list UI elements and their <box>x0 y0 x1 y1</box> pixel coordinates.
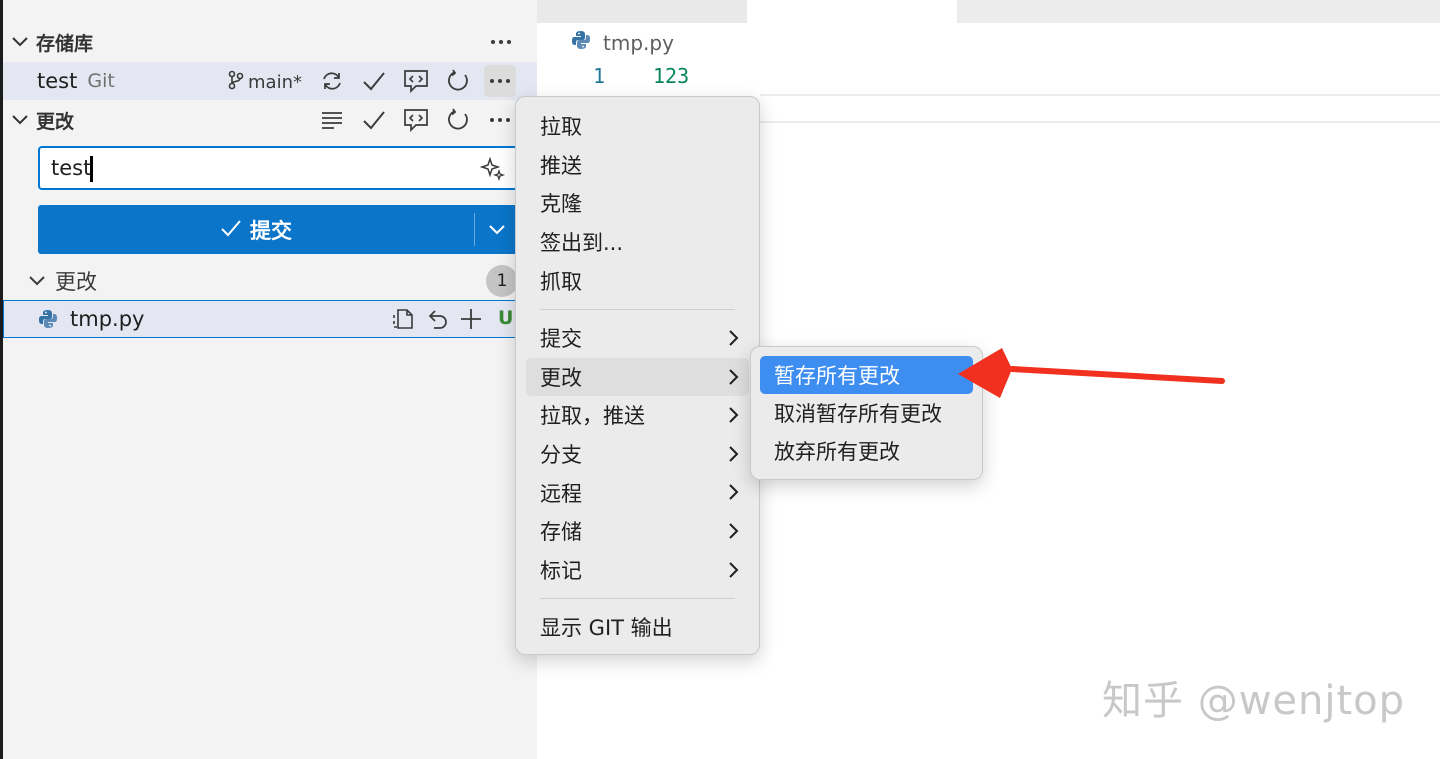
sync-icon[interactable] <box>316 65 348 97</box>
menu-item-fetch[interactable]: 抓取 <box>526 261 749 300</box>
chevron-right-icon <box>729 561 739 578</box>
source-control-panel: 存储库 test Git main* 更改 test 提交 更改 1 tmp.p… <box>0 0 537 759</box>
commit-button-main[interactable]: 提交 <box>38 205 474 254</box>
menu-item-stash[interactable]: 存储 <box>526 512 749 551</box>
more-actions-icon[interactable] <box>484 65 516 97</box>
refresh-icon[interactable] <box>442 65 474 97</box>
breadcrumb: tmp.py <box>571 30 674 55</box>
repository-row[interactable]: test Git main* <box>3 62 537 100</box>
changes-count-badge: 1 <box>486 265 518 297</box>
menu-item-commit[interactable]: 提交 <box>526 319 749 358</box>
menu-item-stage-all-changes[interactable]: 暂存所有更改 <box>760 356 973 394</box>
repo-name: test <box>37 69 78 93</box>
menu-separator <box>540 598 735 600</box>
untracked-status-badge: U <box>498 307 514 329</box>
changes-header-label: 更改 <box>36 110 75 133</box>
text-caret <box>90 156 93 182</box>
chevron-down-icon <box>12 115 28 125</box>
stage-changes-icon[interactable] <box>455 304 487 334</box>
open-changes-icon[interactable] <box>400 65 432 97</box>
watermark: 知乎 @wenjtop <box>1102 678 1406 724</box>
changes-group-header[interactable]: 更改 1 <box>3 262 537 300</box>
chevron-right-icon <box>729 523 739 539</box>
branch-name: main* <box>248 72 302 93</box>
editor-tab-active[interactable] <box>747 0 957 23</box>
line-number: 1 <box>593 64 606 88</box>
menu-item-tags[interactable]: 标记 <box>526 551 749 590</box>
commit-dropdown-button[interactable] <box>475 205 518 254</box>
open-changes-icon[interactable] <box>400 104 432 136</box>
menu-item-remote[interactable]: 远程 <box>526 473 749 512</box>
menu-item-clone[interactable]: 克隆 <box>526 184 749 223</box>
refresh-icon[interactable] <box>442 104 474 136</box>
breadcrumb-file[interactable]: tmp.py <box>603 31 674 55</box>
menu-item-pull-push[interactable]: 拉取，推送 <box>526 396 749 435</box>
repo-type: Git <box>87 70 115 92</box>
sparkle-icon[interactable] <box>479 156 506 186</box>
editor-tab[interactable] <box>537 0 747 23</box>
commit-message-box[interactable] <box>38 146 518 190</box>
menu-separator <box>540 308 735 310</box>
menu-item-branch[interactable]: 分支 <box>526 435 749 474</box>
repositories-header-label: 存储库 <box>36 32 94 55</box>
more-actions-icon[interactable] <box>485 26 517 58</box>
chevron-down-icon <box>488 220 505 239</box>
commit-button[interactable]: 提交 <box>38 205 518 254</box>
view-as-list-icon[interactable] <box>316 104 348 136</box>
menu-item-pull[interactable]: 拉取 <box>526 107 749 146</box>
chevron-right-icon <box>729 484 739 501</box>
commit-button-label: 提交 <box>250 218 292 243</box>
more-actions-icon[interactable] <box>484 104 516 136</box>
chevron-right-icon <box>729 407 739 423</box>
changes-group-label: 更改 <box>55 270 97 294</box>
commit-check-icon[interactable] <box>358 65 390 97</box>
code-line[interactable]: 123 <box>653 64 689 88</box>
file-name: tmp.py <box>70 307 145 331</box>
discard-changes-icon[interactable] <box>421 304 453 334</box>
editor-line-divider <box>760 121 1440 123</box>
chevron-down-icon <box>12 37 28 47</box>
menu-item-checkout[interactable]: 签出到... <box>526 223 749 262</box>
menu-item-show-git-output[interactable]: 显示 GIT 输出 <box>526 608 749 647</box>
chevron-right-icon <box>729 368 739 385</box>
chevron-down-icon <box>29 276 45 286</box>
menu-item-push[interactable]: 推送 <box>526 146 749 185</box>
changes-section-header[interactable]: 更改 <box>3 102 537 138</box>
editor-tab-bar <box>537 0 1440 23</box>
menu-item-unstage-all-changes[interactable]: 取消暂存所有更改 <box>760 394 973 432</box>
menu-item-changes[interactable]: 更改 <box>526 357 749 397</box>
commit-message-input[interactable] <box>40 148 460 188</box>
branch-indicator[interactable]: main* <box>228 70 302 95</box>
scm-more-actions-menu: 拉取 推送 克隆 签出到... 抓取 提交 更改 拉取，推送 分支 远程 存储 … <box>515 96 760 655</box>
python-file-icon <box>571 30 591 55</box>
repositories-section-header[interactable]: 存储库 <box>3 24 537 60</box>
check-icon <box>220 218 242 242</box>
open-file-icon[interactable] <box>387 304 419 334</box>
editor-line-divider <box>760 94 1440 96</box>
chevron-right-icon <box>729 446 739 462</box>
changes-submenu: 暂存所有更改 取消暂存所有更改 放弃所有更改 <box>750 346 983 480</box>
changed-file-row[interactable]: tmp.py U <box>3 300 520 338</box>
chevron-right-icon <box>729 330 739 346</box>
python-file-icon <box>38 309 58 329</box>
annotation-arrow-icon <box>958 348 1225 398</box>
git-branch-icon <box>228 70 244 95</box>
commit-check-icon[interactable] <box>358 104 390 136</box>
menu-item-discard-all-changes[interactable]: 放弃所有更改 <box>760 432 973 470</box>
